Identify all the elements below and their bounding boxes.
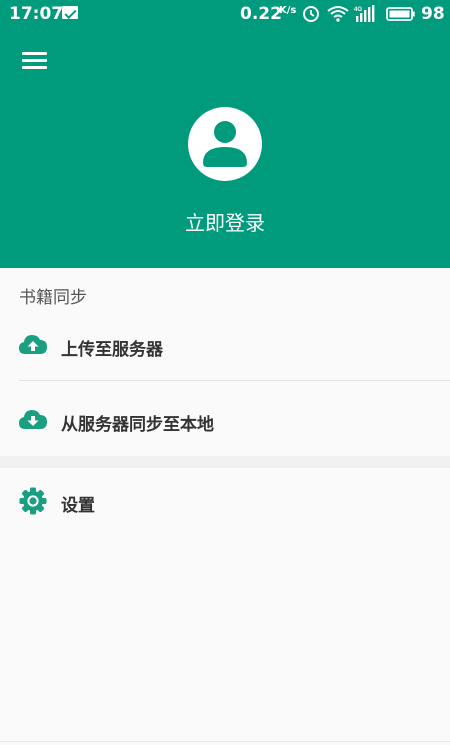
battery-icon	[386, 7, 415, 21]
cloud-download-icon	[19, 410, 47, 429]
divider	[19, 380, 450, 381]
upload-to-server-label: 上传至服务器	[61, 340, 163, 360]
hamburger-line	[22, 59, 47, 62]
settings-item[interactable]: 设置	[0, 471, 450, 531]
sync-from-server-label: 从服务器同步至本地	[61, 415, 214, 435]
status-time: 17:07	[9, 4, 64, 24]
status-bar: 17:07 0.22 K/s 4G 98	[0, 0, 450, 28]
net-speed-unit: K/s	[279, 5, 297, 16]
hamburger-line	[22, 66, 47, 69]
avatar[interactable]	[188, 107, 262, 181]
signal-icon: 4G	[354, 5, 375, 22]
wifi-icon	[327, 6, 349, 22]
bottom-divider	[0, 741, 450, 742]
network-type: 4G	[354, 7, 362, 13]
alarm-icon	[303, 6, 319, 22]
sync-from-server-item[interactable]: 从服务器同步至本地	[0, 390, 450, 450]
status-icons: 4G	[303, 5, 415, 22]
upload-to-server-item[interactable]: 上传至服务器	[0, 315, 450, 375]
mail-icon	[62, 6, 78, 19]
net-speed: 0.22	[240, 4, 282, 24]
cloud-upload-icon	[19, 335, 47, 354]
gear-icon	[19, 487, 47, 515]
login-link[interactable]: 立即登录	[0, 207, 450, 236]
profile-header: 17:07 0.22 K/s 4G 98 立即登录	[0, 0, 450, 268]
battery-percent: 98	[421, 4, 445, 24]
settings-label: 设置	[61, 496, 95, 516]
hamburger-line	[22, 52, 47, 55]
user-icon	[203, 121, 247, 167]
section-title-sync: 书籍同步	[19, 288, 87, 308]
section-gap	[0, 456, 450, 468]
menu-button[interactable]	[22, 51, 48, 71]
